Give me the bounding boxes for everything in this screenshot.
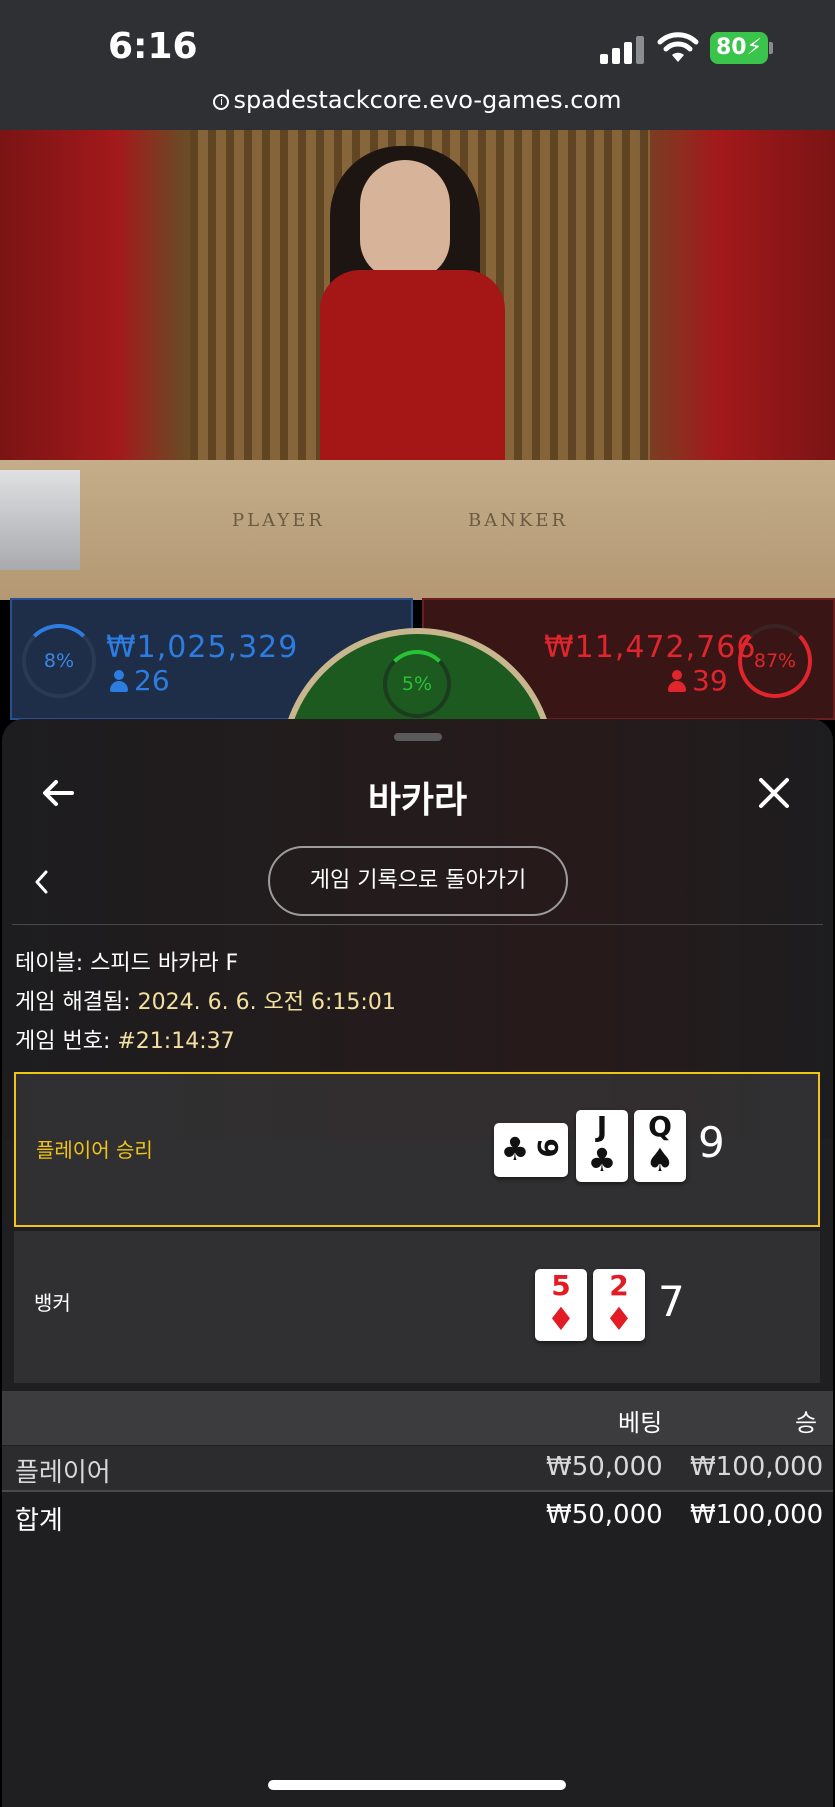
game-resolved-value: 2024. 6. 6. 오전 6:15:01 xyxy=(137,990,396,1015)
card-suit: ♠ xyxy=(645,1141,675,1179)
player-result-row: 플레이어 승리 ♣ 9 J ♣ Q ♠ 9 xyxy=(14,1072,820,1227)
close-icon[interactable] xyxy=(754,773,794,813)
status-bar: 6:16 80⚡ i spadestackcore.evo-games.com xyxy=(0,0,835,130)
back-to-history-button[interactable]: 게임 기록으로 돌아가기 xyxy=(268,846,568,916)
card-rank: 9 xyxy=(531,1138,564,1158)
divider xyxy=(12,924,823,925)
banker-result-label: 뱅커 xyxy=(34,1291,71,1315)
card-rank: Q xyxy=(648,1110,672,1143)
sheet-grabber[interactable] xyxy=(394,733,442,741)
table-banker-word: BANKER xyxy=(468,510,569,531)
url-text: spadestackcore.evo-games.com xyxy=(233,86,622,114)
card-suit: ♣ xyxy=(500,1130,530,1168)
table-row: 플레이어 ₩50,000 ₩100,000 xyxy=(2,1446,833,1492)
banker-percent-ring: 87% xyxy=(738,624,812,698)
win-column-header: 승 xyxy=(795,1409,818,1437)
person-icon xyxy=(668,670,686,692)
url-bar[interactable]: i spadestackcore.evo-games.com xyxy=(0,86,835,114)
chevron-left-icon[interactable] xyxy=(30,867,54,897)
player-score: 9 xyxy=(698,1118,725,1167)
playing-card: ♣ 9 xyxy=(494,1123,568,1177)
player-bettor-count: 26 xyxy=(110,664,170,697)
card-suit: ♦ xyxy=(546,1300,576,1338)
wifi-icon xyxy=(657,32,699,62)
bet-column-header: 베팅 xyxy=(618,1409,663,1437)
banker-result-row: 뱅커 5 ♦ 2 ♦ 7 xyxy=(14,1231,820,1383)
card-suit: ♣ xyxy=(587,1141,617,1179)
playing-card: J ♣ xyxy=(576,1110,628,1182)
info-icon: i xyxy=(213,94,230,110)
row-win: ₩100,000 xyxy=(690,1500,824,1530)
game-number-value: #21:14:37 xyxy=(117,1029,235,1054)
card-rank: 5 xyxy=(551,1269,571,1302)
table-row-total: 합계 ₩50,000 ₩100,000 xyxy=(2,1494,833,1540)
banker-bettor-count: 39 xyxy=(668,664,728,697)
banker-score: 7 xyxy=(658,1277,685,1326)
battery-tip xyxy=(769,42,773,54)
tie-percent-ring: 5% xyxy=(383,650,451,718)
game-number: 게임 번호: #21:14:37 xyxy=(15,1023,235,1055)
dealer-face xyxy=(360,160,450,280)
player-bettor-count-value: 26 xyxy=(134,664,170,697)
status-time: 6:16 xyxy=(108,26,198,67)
cellular-signal-icon xyxy=(600,34,646,64)
playing-card: 5 ♦ xyxy=(535,1269,587,1341)
banker-bet-amount: ₩11,472,766 xyxy=(544,630,757,665)
playing-card: 2 ♦ xyxy=(593,1269,645,1341)
playing-card: Q ♠ xyxy=(634,1110,686,1182)
card-rank: J xyxy=(596,1110,608,1143)
player-percent-ring: 8% xyxy=(22,624,96,698)
home-indicator[interactable] xyxy=(268,1780,566,1790)
table-player-word: PLAYER xyxy=(232,510,325,531)
battery-icon: 80⚡ xyxy=(710,32,768,64)
row-name: 플레이어 xyxy=(15,1458,111,1488)
card-rank: 2 xyxy=(609,1269,629,1302)
row-bet: ₩50,000 xyxy=(546,1500,663,1530)
person-icon xyxy=(110,670,128,692)
row-bet: ₩50,000 xyxy=(546,1452,663,1482)
game-detail-sheet: 바카라 게임 기록으로 돌아가기 테이블: 스피드 바카라 F 게임 해결됨: … xyxy=(2,719,833,1807)
game-number-label: 게임 번호: xyxy=(15,1029,118,1054)
row-win: ₩100,000 xyxy=(690,1452,824,1482)
dealer-dress xyxy=(320,270,505,470)
game-resolved-label: 게임 해결됨: xyxy=(15,990,138,1015)
table-name: 테이블: 스피드 바카라 F xyxy=(15,951,239,976)
bet-table-header: 베팅 승 xyxy=(2,1391,833,1445)
live-video[interactable]: PLAYER BANKER xyxy=(0,130,835,600)
player-result-label: 플레이어 승리 xyxy=(36,1138,153,1162)
sheet-title: 바카라 xyxy=(367,780,468,821)
bet-distribution-bar: 8% ₩1,025,329 26 5% ₩11,472,766 39 87% xyxy=(0,598,835,778)
card-suit: ♦ xyxy=(604,1300,634,1338)
baccarat-table xyxy=(0,460,835,600)
game-resolved: 게임 해결됨: 2024. 6. 6. 오전 6:15:01 xyxy=(15,984,396,1016)
battery-level: 80 xyxy=(716,35,747,60)
player-bet-amount: ₩1,025,329 xyxy=(106,630,299,665)
row-name: 합계 xyxy=(15,1506,63,1536)
card-shoe xyxy=(0,470,80,570)
banker-bettor-count-value: 39 xyxy=(692,664,728,697)
